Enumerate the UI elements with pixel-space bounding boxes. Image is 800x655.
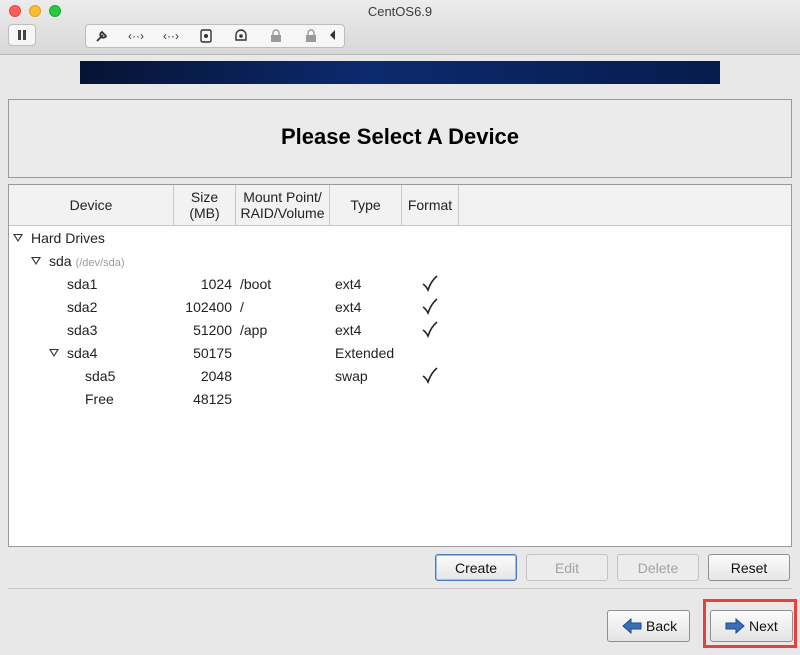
device-name: sda5 (85, 368, 116, 384)
header-box: Please Select A Device (8, 99, 792, 178)
tree-row[interactable]: sda3 51200 /app ext4 (9, 319, 791, 342)
device-name: sda3 (67, 322, 98, 338)
installer-banner (80, 61, 720, 84)
device-size: 48125 (193, 391, 232, 407)
tree-header: Device Size (MB) Mount Point/ RAID/Volum… (9, 185, 791, 226)
tree-row[interactable]: Hard Drives (9, 227, 791, 250)
tree-row[interactable]: sda1 1024 /boot ext4 (9, 273, 791, 296)
tree-row[interactable]: sda2 102400 / ext4 (9, 296, 791, 319)
network-arrows-icon[interactable]: ‹··› (124, 27, 148, 45)
edit-button[interactable]: Edit (526, 554, 608, 581)
expander-down-icon[interactable] (13, 234, 23, 242)
back-arrow-icon (622, 618, 642, 634)
column-size-label: Size (MB) (189, 189, 220, 221)
chevron-left-icon[interactable] (326, 27, 340, 45)
device-size: 102400 (185, 299, 232, 315)
expander-down-icon[interactable] (49, 349, 59, 357)
expander-down-icon[interactable] (31, 257, 41, 265)
window-title: CentOS6.9 (367, 4, 433, 19)
tree-row[interactable]: sda (/dev/sda) (9, 250, 791, 273)
device-size: 1024 (200, 276, 232, 292)
column-format[interactable]: Format (402, 185, 459, 225)
device-name: Free (85, 391, 114, 407)
page-title: Please Select A Device (280, 124, 520, 149)
device-size: 2048 (200, 368, 232, 384)
device-name: sda2 (67, 299, 98, 315)
column-mount-label: Mount Point/ RAID/Volume (240, 189, 325, 221)
title-bar: CentOS6.9 ‹··› ‹··› (0, 0, 800, 55)
camera-icon[interactable] (229, 27, 253, 45)
reset-button[interactable]: Reset (708, 554, 790, 581)
device-name: sda (/dev/sda) (49, 253, 125, 269)
column-device[interactable]: Device (9, 185, 174, 225)
network-arrows-icon-2[interactable]: ‹··› (159, 27, 183, 45)
device-name: Hard Drives (31, 230, 105, 246)
checkmark-icon (421, 320, 439, 341)
checkmark-icon (421, 366, 439, 387)
device-mount: / (240, 299, 244, 315)
back-label: Back (646, 618, 678, 634)
pause-button[interactable] (8, 24, 36, 46)
checkmark-icon (421, 297, 439, 318)
next-highlight-box (703, 599, 797, 648)
checkmark-icon (421, 274, 439, 295)
back-button[interactable]: Back (607, 610, 690, 642)
device-type: Extended (335, 345, 395, 361)
device-size: 50175 (193, 345, 232, 361)
column-type[interactable]: Type (330, 185, 402, 225)
device-type: ext4 (335, 322, 362, 338)
device-size: 51200 (193, 322, 232, 338)
disk-icon[interactable] (194, 27, 218, 45)
device-name: sda1 (67, 276, 98, 292)
device-mount: /boot (240, 276, 272, 292)
device-tree[interactable]: Device Size (MB) Mount Point/ RAID/Volum… (8, 184, 792, 547)
lock-icon[interactable] (264, 27, 288, 45)
device-name: sda4 (67, 345, 98, 361)
wrench-icon[interactable] (90, 27, 114, 45)
device-mount: /app (240, 322, 268, 338)
create-button[interactable]: Create (435, 554, 517, 581)
device-type: ext4 (335, 276, 362, 292)
vm-toolbar: ‹··› ‹··› (85, 24, 345, 48)
lock-icon-2[interactable] (299, 27, 323, 45)
column-size[interactable]: Size (MB) (174, 185, 236, 225)
separator (8, 588, 792, 589)
tree-row[interactable]: sda5 2048 swap (9, 365, 791, 388)
tree-row[interactable]: sda4 50175 Extended (9, 342, 791, 365)
device-type: swap (335, 368, 368, 384)
delete-button[interactable]: Delete (617, 554, 699, 581)
device-type: ext4 (335, 299, 362, 315)
device-name-label: sda (49, 253, 72, 269)
tree-row[interactable]: Free 48125 (9, 388, 791, 411)
column-mount[interactable]: Mount Point/ RAID/Volume (236, 185, 330, 225)
device-path: (/dev/sda) (75, 257, 125, 269)
